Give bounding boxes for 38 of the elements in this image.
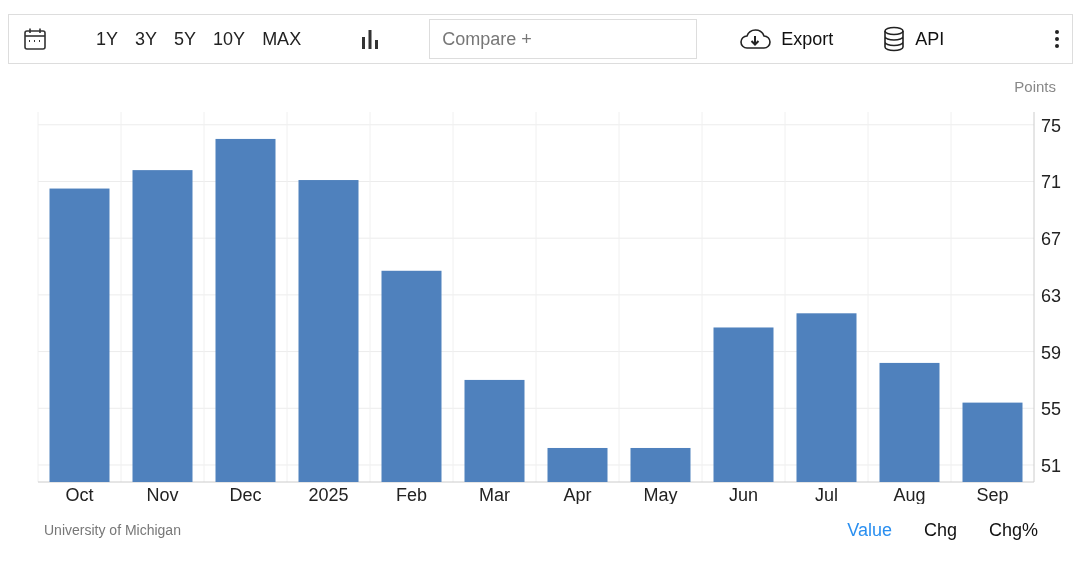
tick-label: Oct xyxy=(65,485,94,504)
tick-label: Jul xyxy=(815,485,838,504)
tick-label: 71 xyxy=(1041,172,1062,193)
bar xyxy=(630,448,691,482)
tick-label: Feb xyxy=(396,485,427,504)
tick-label: Mar xyxy=(479,485,510,504)
range-button[interactable]: MAX xyxy=(255,28,309,50)
calendar-icon[interactable] xyxy=(23,27,47,51)
compare-field[interactable]: Compare + xyxy=(429,19,698,59)
tick-label: 55 xyxy=(1041,399,1062,420)
cloud-download-icon xyxy=(739,28,772,50)
more-button[interactable] xyxy=(1054,29,1060,49)
bar xyxy=(547,448,608,482)
api-button[interactable]: API xyxy=(883,26,945,52)
source-label: University of Michigan xyxy=(44,522,181,538)
range-button[interactable]: 10Y xyxy=(206,28,253,50)
tick-label: 51 xyxy=(1041,456,1062,476)
axis-title: Points xyxy=(1014,78,1056,95)
view-mode-tab[interactable]: Chg% xyxy=(988,519,1038,541)
tick-label: Dec xyxy=(229,485,262,504)
database-icon xyxy=(883,26,906,52)
tick-label: 2025 xyxy=(308,485,349,504)
tick-label: Jun xyxy=(729,485,758,504)
range-button[interactable]: 3Y xyxy=(128,28,165,50)
tick-label: May xyxy=(643,485,678,504)
view-mode-tab[interactable]: Chg xyxy=(923,519,957,541)
tick-label: Aug xyxy=(893,485,926,504)
tick-label: 75 xyxy=(1041,115,1062,136)
tick-label: Apr xyxy=(563,485,592,504)
tick-label: 63 xyxy=(1041,285,1062,306)
range-button[interactable]: 5Y xyxy=(167,28,204,50)
export-button[interactable]: Export xyxy=(739,28,834,50)
tick-label: 67 xyxy=(1041,229,1062,250)
tick-label: Sep xyxy=(976,485,1009,504)
bar-chart-icon[interactable] xyxy=(361,29,380,49)
range-button[interactable]: 1Y xyxy=(89,28,126,50)
tick-label: 59 xyxy=(1041,342,1062,363)
tick-label: Nov xyxy=(146,485,179,504)
